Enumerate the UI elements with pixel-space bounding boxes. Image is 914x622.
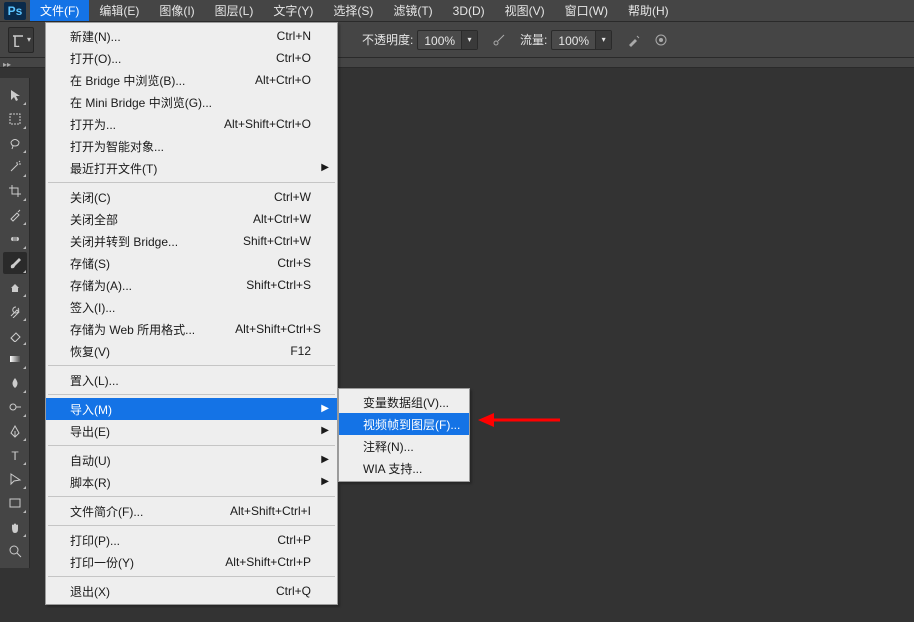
menu-wia-support[interactable]: WIA 支持... (339, 457, 469, 479)
pressure-size-icon[interactable] (654, 33, 668, 47)
menu-open-as[interactable]: 打开为...Alt+Shift+Ctrl+O (46, 113, 337, 135)
menu-save-as[interactable]: 存储为(A)...Shift+Ctrl+S (46, 274, 337, 296)
menu-type[interactable]: 文字(Y) (263, 0, 323, 21)
rectangle-tool[interactable] (3, 492, 27, 514)
menu-bar: Ps 文件(F) 编辑(E) 图像(I) 图层(L) 文字(Y) 选择(S) 滤… (0, 0, 914, 22)
menu-open-recent[interactable]: 最近打开文件(T)▶ (46, 157, 337, 179)
menu-scripts[interactable]: 脚本(R)▶ (46, 471, 337, 493)
lasso-tool[interactable] (3, 132, 27, 154)
menu-export[interactable]: 导出(E)▶ (46, 420, 337, 442)
toolbox-toggle-icon[interactable]: ▸▸ (3, 60, 11, 69)
marquee-tool[interactable] (3, 108, 27, 130)
menu-browse-mini-bridge[interactable]: 在 Mini Bridge 中浏览(G)... (46, 91, 337, 113)
menu-place[interactable]: 置入(L)... (46, 369, 337, 391)
menu-separator (48, 394, 335, 395)
file-menu: 新建(N)...Ctrl+N 打开(O)...Ctrl+O 在 Bridge 中… (45, 22, 338, 605)
menu-select[interactable]: 选择(S) (323, 0, 383, 21)
menu-filter[interactable]: 滤镜(T) (383, 0, 442, 21)
menu-open[interactable]: 打开(O)...Ctrl+O (46, 47, 337, 69)
airbrush-icon[interactable] (626, 33, 640, 47)
menu-image[interactable]: 图像(I) (149, 0, 204, 21)
menu-open-smart-object[interactable]: 打开为智能对象... (46, 135, 337, 157)
clone-stamp-tool[interactable] (3, 276, 27, 298)
menu-3d[interactable]: 3D(D) (443, 0, 495, 21)
menu-separator (48, 365, 335, 366)
flow-dropdown[interactable]: 100% ▾ (551, 30, 612, 50)
flow-group: 流量: 100% ▾ (520, 30, 612, 50)
flow-value: 100% (552, 31, 595, 49)
blur-tool[interactable] (3, 372, 27, 394)
menu-check-in[interactable]: 签入(I)... (46, 296, 337, 318)
menu-browse-bridge[interactable]: 在 Bridge 中浏览(B)...Alt+Ctrl+O (46, 69, 337, 91)
chevron-down-icon[interactable]: ▾ (595, 31, 611, 49)
menu-view[interactable]: 视图(V) (495, 0, 555, 21)
gradient-tool[interactable] (3, 348, 27, 370)
move-tool[interactable] (3, 84, 27, 106)
flow-label: 流量: (520, 31, 547, 48)
crop-tool[interactable] (3, 180, 27, 202)
import-submenu: 变量数据组(V)... 视频帧到图层(F)... 注释(N)... WIA 支持… (338, 388, 470, 482)
menu-print[interactable]: 打印(P)...Ctrl+P (46, 529, 337, 551)
menu-video-frames-to-layers[interactable]: 视频帧到图层(F)... (339, 413, 469, 435)
tool-preset-icon[interactable]: ▾ (8, 27, 34, 53)
pressure-opacity-icon[interactable] (492, 33, 506, 47)
menu-save-for-web[interactable]: 存储为 Web 所用格式...Alt+Shift+Ctrl+S (46, 318, 337, 340)
svg-text:Ps: Ps (8, 4, 23, 18)
opacity-group: 不透明度: 100% ▾ (362, 30, 478, 50)
menu-close[interactable]: 关闭(C)Ctrl+W (46, 186, 337, 208)
annotation-arrow (478, 412, 560, 428)
menu-variable-data-sets[interactable]: 变量数据组(V)... (339, 391, 469, 413)
magic-wand-tool[interactable] (3, 156, 27, 178)
zoom-tool[interactable] (3, 540, 27, 562)
history-brush-tool[interactable] (3, 300, 27, 322)
menu-save[interactable]: 存储(S)Ctrl+S (46, 252, 337, 274)
opacity-value: 100% (418, 31, 461, 49)
menu-file[interactable]: 文件(F) (30, 0, 89, 21)
tools-panel: T (0, 78, 30, 568)
menu-separator (48, 525, 335, 526)
menu-close-goto-bridge[interactable]: 关闭并转到 Bridge...Shift+Ctrl+W (46, 230, 337, 252)
menu-separator (48, 182, 335, 183)
type-tool[interactable]: T (3, 444, 27, 466)
menu-separator (48, 445, 335, 446)
dodge-tool[interactable] (3, 396, 27, 418)
menu-print-one[interactable]: 打印一份(Y)Alt+Shift+Ctrl+P (46, 551, 337, 573)
menu-revert[interactable]: 恢复(V)F12 (46, 340, 337, 362)
menu-exit[interactable]: 退出(X)Ctrl+Q (46, 580, 337, 602)
menu-automate[interactable]: 自动(U)▶ (46, 449, 337, 471)
menu-window[interactable]: 窗口(W) (555, 0, 618, 21)
svg-text:T: T (11, 449, 19, 462)
ps-logo: Ps (0, 0, 30, 21)
eyedropper-tool[interactable] (3, 204, 27, 226)
menu-notes[interactable]: 注释(N)... (339, 435, 469, 457)
menu-new[interactable]: 新建(N)...Ctrl+N (46, 25, 337, 47)
menu-import[interactable]: 导入(M)▶ (46, 398, 337, 420)
menu-help[interactable]: 帮助(H) (618, 0, 679, 21)
menu-layer[interactable]: 图层(L) (205, 0, 264, 21)
menu-close-all[interactable]: 关闭全部Alt+Ctrl+W (46, 208, 337, 230)
opacity-label: 不透明度: (362, 31, 413, 48)
healing-brush-tool[interactable] (3, 228, 27, 250)
path-selection-tool[interactable] (3, 468, 27, 490)
chevron-down-icon[interactable]: ▾ (461, 31, 477, 49)
hand-tool[interactable] (3, 516, 27, 538)
brush-tool[interactable] (3, 252, 27, 274)
pen-tool[interactable] (3, 420, 27, 442)
opacity-dropdown[interactable]: 100% ▾ (417, 30, 478, 50)
menu-separator (48, 496, 335, 497)
menu-file-info[interactable]: 文件简介(F)...Alt+Shift+Ctrl+I (46, 500, 337, 522)
menu-edit[interactable]: 编辑(E) (89, 0, 149, 21)
eraser-tool[interactable] (3, 324, 27, 346)
menu-separator (48, 576, 335, 577)
